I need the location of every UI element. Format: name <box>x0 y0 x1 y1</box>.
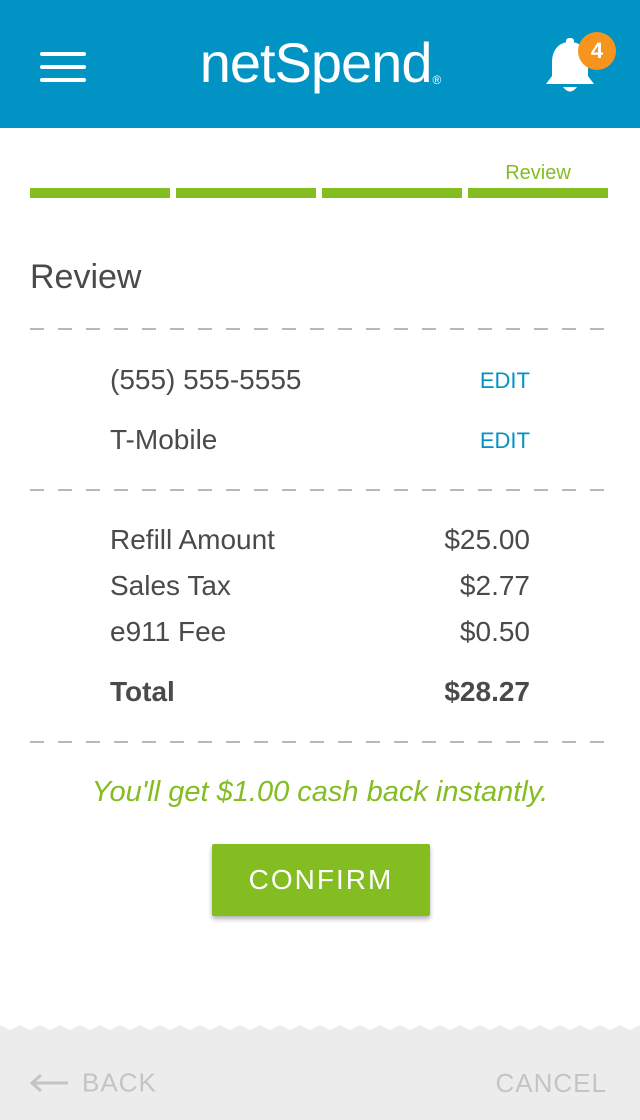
step-progress-bar <box>30 188 608 198</box>
summary-amount: $0.50 <box>459 616 530 647</box>
summary-amount: $25.00 <box>444 524 530 555</box>
divider <box>30 328 608 330</box>
progress-step-1 <box>30 188 170 198</box>
back-label: BACK <box>82 1067 157 1098</box>
carrier-row: T-Mobile EDIT <box>110 424 530 456</box>
page-title: Review <box>30 258 142 296</box>
divider <box>30 741 608 743</box>
back-button[interactable]: BACK <box>30 1066 157 1100</box>
cancel-button[interactable]: CANCEL <box>496 1068 607 1099</box>
carrier-value: T-Mobile <box>110 424 218 455</box>
summary-label: e911 Fee <box>110 616 227 647</box>
progress-step-2 <box>176 188 316 198</box>
summary-row-tax: Sales Tax $2.77 <box>110 570 530 602</box>
summary-amount: $2.77 <box>459 570 530 601</box>
summary-row-fee: e911 Fee $0.50 <box>110 616 530 648</box>
phone-number-row: (555) 555-5555 EDIT <box>110 364 530 396</box>
phone-number-value: (555) 555-5555 <box>110 364 302 395</box>
zigzag-edge <box>0 1025 640 1032</box>
divider <box>30 489 608 491</box>
confirm-button[interactable]: CONFIRM <box>212 844 430 916</box>
progress-step-4 <box>468 188 608 198</box>
total-amount: $28.27 <box>444 676 530 707</box>
arrow-left-icon <box>30 1074 68 1093</box>
total-label: Total <box>110 676 175 707</box>
progress-step-3 <box>322 188 462 198</box>
footer-nav: BACK CANCEL <box>0 1025 640 1120</box>
summary-label: Refill Amount <box>110 524 275 555</box>
current-step-label: Review <box>505 162 571 184</box>
total-row: Total $28.27 <box>110 676 530 708</box>
edit-carrier-button[interactable]: EDIT <box>480 428 530 454</box>
summary-label: Sales Tax <box>110 570 231 601</box>
cashback-message: You'll get $1.00 cash back instantly. <box>91 776 549 808</box>
notifications-button[interactable]: 4 <box>542 32 616 100</box>
notification-badge: 4 <box>578 32 616 70</box>
app-header: netSpend® 4 <box>0 0 640 128</box>
edit-phone-button[interactable]: EDIT <box>480 368 530 394</box>
summary-row-refill: Refill Amount $25.00 <box>110 524 530 556</box>
